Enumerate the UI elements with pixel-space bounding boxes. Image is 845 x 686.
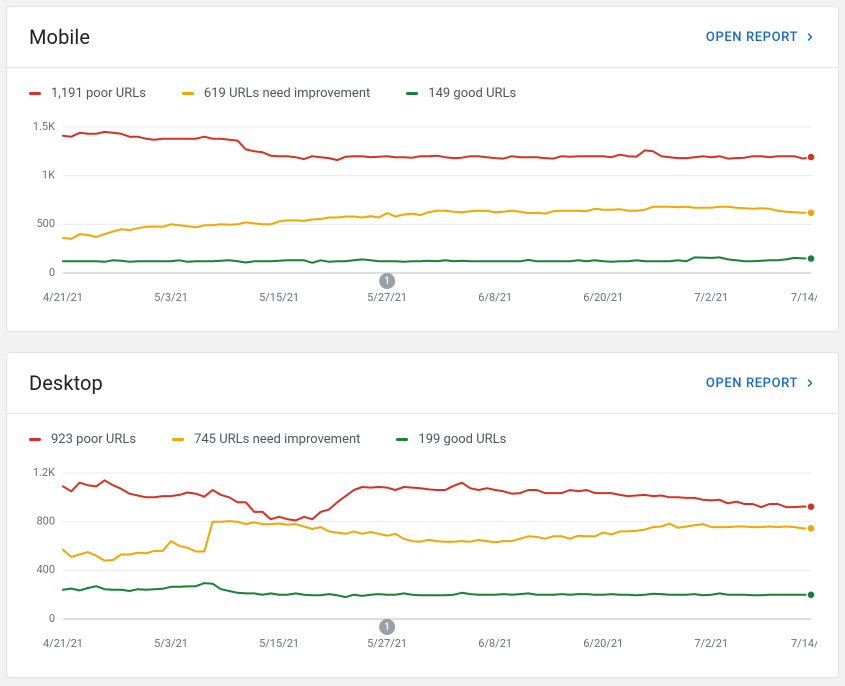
open-report-label: OPEN REPORT xyxy=(706,30,798,45)
desktop-card: Desktop OPEN REPORT 923 poor URLs 745 UR… xyxy=(6,352,839,678)
chevron-right-icon xyxy=(804,31,816,43)
open-report-label: OPEN REPORT xyxy=(706,376,798,391)
swatch-good-icon xyxy=(406,92,418,95)
mobile-card-title: Mobile xyxy=(29,25,90,49)
chevron-right-icon xyxy=(804,377,816,389)
legend-label-improve: 745 URLs need improvement xyxy=(194,432,360,447)
svg-text:1K: 1K xyxy=(42,169,55,182)
legend-label-good: 199 good URLs xyxy=(418,432,506,447)
desktop-card-title: Desktop xyxy=(29,371,103,395)
swatch-poor-icon xyxy=(29,438,41,441)
mobile-chart: 0 500 1K 1.5K 1 4/21/21 5/3/21 5/15/21 5/27/21 6/… xyxy=(29,111,816,311)
legend-item-good: 149 good URLs xyxy=(406,86,516,101)
swatch-improve-icon xyxy=(172,438,184,441)
svg-text:500: 500 xyxy=(36,217,55,230)
svg-text:7/14/21: 7/14/21 xyxy=(791,637,817,650)
svg-text:7/2/21: 7/2/21 xyxy=(694,291,728,304)
legend-item-improve: 619 URLs need improvement xyxy=(182,86,370,101)
legend-label-poor: 1,191 poor URLs xyxy=(51,86,146,101)
desktop-card-body: 923 poor URLs 745 URLs need improvement … xyxy=(7,413,838,677)
swatch-poor-icon xyxy=(29,92,41,95)
svg-text:5/27/21: 5/27/21 xyxy=(367,637,407,650)
mobile-card-head: Mobile OPEN REPORT xyxy=(7,7,838,67)
svg-text:1: 1 xyxy=(384,276,390,287)
swatch-improve-icon xyxy=(182,92,194,95)
legend-item-poor: 1,191 poor URLs xyxy=(29,86,146,101)
svg-text:4/21/21: 4/21/21 xyxy=(43,291,83,304)
swatch-good-icon xyxy=(396,438,408,441)
svg-text:5/27/21: 5/27/21 xyxy=(367,291,407,304)
mobile-card-body: 1,191 poor URLs 619 URLs need improvemen… xyxy=(7,67,838,331)
desktop-legend: 923 poor URLs 745 URLs need improvement … xyxy=(29,432,816,457)
svg-text:5/15/21: 5/15/21 xyxy=(259,637,299,650)
legend-item-improve: 745 URLs need improvement xyxy=(172,432,360,447)
svg-text:800: 800 xyxy=(36,515,55,528)
svg-text:1.5K: 1.5K xyxy=(33,121,55,133)
legend-label-improve: 619 URLs need improvement xyxy=(204,86,370,101)
svg-text:6/20/21: 6/20/21 xyxy=(583,637,623,650)
legend-label-good: 149 good URLs xyxy=(428,86,516,101)
open-report-button-desktop[interactable]: OPEN REPORT xyxy=(706,376,816,391)
desktop-card-head: Desktop OPEN REPORT xyxy=(7,353,838,413)
svg-text:7/14/21: 7/14/21 xyxy=(791,291,817,304)
svg-text:1.2K: 1.2K xyxy=(33,467,55,479)
svg-text:4/21/21: 4/21/21 xyxy=(43,637,83,650)
svg-text:0: 0 xyxy=(49,612,55,625)
mobile-card: Mobile OPEN REPORT 1,191 poor URLs 619 U… xyxy=(6,6,839,332)
legend-item-poor: 923 poor URLs xyxy=(29,432,136,447)
svg-text:6/8/21: 6/8/21 xyxy=(478,291,512,304)
svg-text:1: 1 xyxy=(384,622,390,633)
svg-text:5/3/21: 5/3/21 xyxy=(154,637,188,650)
svg-text:5/15/21: 5/15/21 xyxy=(259,291,299,304)
svg-text:6/8/21: 6/8/21 xyxy=(478,637,512,650)
open-report-button-mobile[interactable]: OPEN REPORT xyxy=(706,30,816,45)
svg-text:0: 0 xyxy=(49,266,55,279)
desktop-chart: 0 400 800 1.2K 1 4/21/21 5/3/21 5/15/21 5/27/21 6… xyxy=(29,457,816,657)
mobile-legend: 1,191 poor URLs 619 URLs need improvemen… xyxy=(29,86,816,111)
svg-text:7/2/21: 7/2/21 xyxy=(694,637,728,650)
svg-text:5/3/21: 5/3/21 xyxy=(154,291,188,304)
svg-text:400: 400 xyxy=(36,563,55,576)
legend-label-poor: 923 poor URLs xyxy=(51,432,136,447)
svg-text:6/20/21: 6/20/21 xyxy=(583,291,623,304)
legend-item-good: 199 good URLs xyxy=(396,432,506,447)
